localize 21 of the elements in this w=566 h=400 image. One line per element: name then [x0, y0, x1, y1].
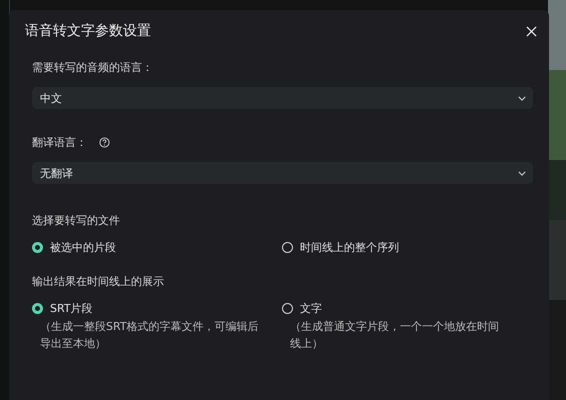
- option-label[interactable]: 文字: [300, 301, 322, 316]
- close-icon[interactable]: [526, 26, 537, 36]
- caret-icon: [518, 170, 526, 176]
- radio-button[interactable]: [32, 303, 43, 314]
- option-description: （生成一整段SRT格式的字幕文件，可编辑后导出至本地）: [39, 319, 260, 352]
- section-label: 选择要转写的文件: [32, 213, 121, 228]
- radio-button[interactable]: [282, 242, 293, 253]
- option-label[interactable]: 被选中的片段: [50, 240, 116, 255]
- field-label: 翻译语言：: [32, 134, 87, 150]
- dropdown[interactable]: 无翻译: [32, 162, 533, 184]
- caret-icon: [518, 96, 526, 100]
- option-description: （生成普通文字片段，一个一个地放在时间线上）: [289, 319, 500, 352]
- option-label[interactable]: 时间线上的整个序列: [300, 240, 399, 255]
- radio-button[interactable]: [282, 303, 293, 314]
- dropdown[interactable]: 中文: [32, 87, 533, 109]
- radio-button[interactable]: [32, 242, 43, 253]
- help-icon[interactable]: [99, 136, 110, 148]
- dialog-title: 语音转文字参数设置: [25, 22, 151, 40]
- field-label: 需要转写的音频的语言：: [32, 60, 153, 74]
- section-label: 输出结果在时间线上的展示: [32, 274, 165, 289]
- option-label[interactable]: SRT片段: [50, 301, 93, 316]
